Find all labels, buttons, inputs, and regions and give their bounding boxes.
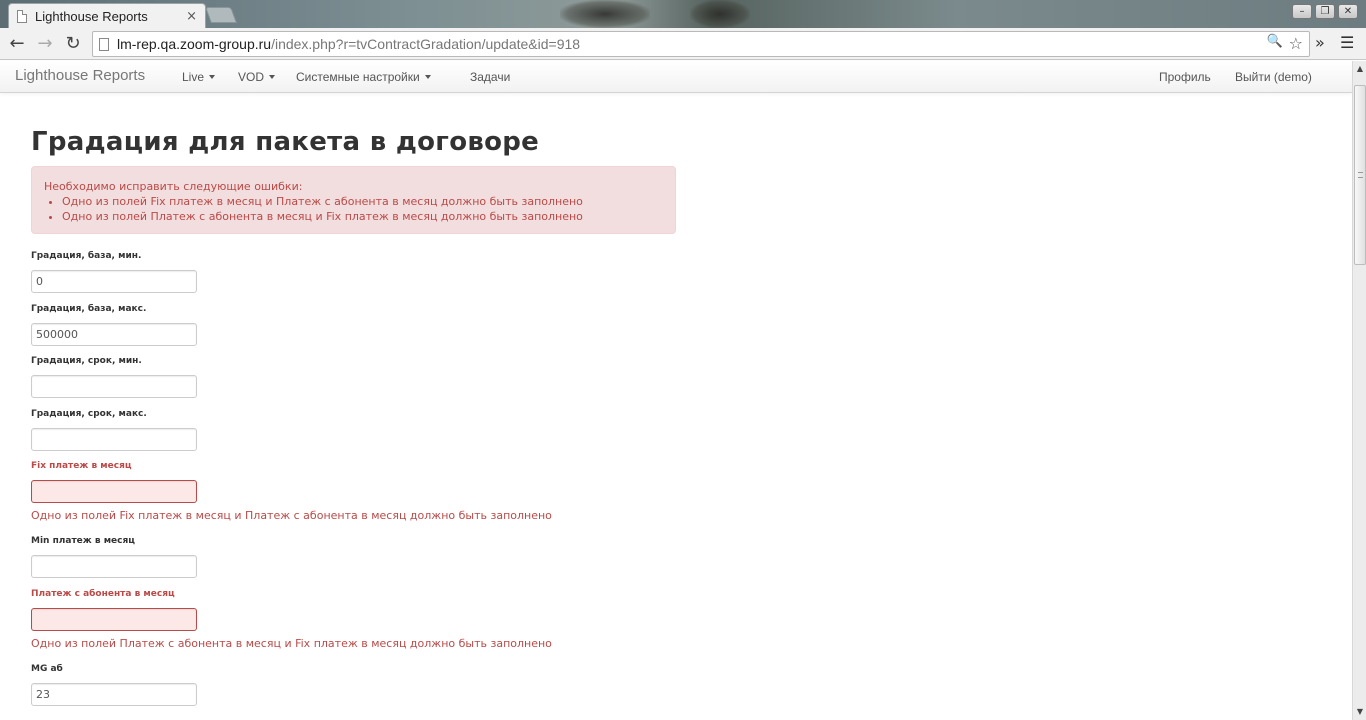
scrollbar-thumb[interactable] (1354, 85, 1366, 265)
gradation-term-min-input[interactable] (31, 375, 197, 398)
error-list-item: Одно из полей Платеж с абонента в месяц … (62, 209, 663, 224)
url-host: lm-rep.qa.zoom-group.ru (117, 36, 272, 52)
error-summary-heading: Необходимо исправить следующие ошибки: (44, 180, 303, 193)
forward-icon[interactable]: → (34, 33, 56, 55)
new-tab-button[interactable] (205, 7, 237, 23)
error-list: Одно из полей Fix платеж в месяц и Плате… (62, 194, 663, 224)
browser-toolbar: ← → ↻ lm-rep.qa.zoom-group.ru/index.php?… (0, 28, 1366, 60)
min-payment-input[interactable] (31, 555, 197, 578)
nav-item-system-settings[interactable]: Системные настройки (296, 70, 431, 84)
zoom-icon[interactable]: 🔍 (1266, 34, 1282, 53)
mg-ab-input[interactable] (31, 683, 197, 706)
nav-item-logout[interactable]: Выйти (demo) (1235, 70, 1312, 84)
restore-button[interactable]: ❐ (1315, 4, 1335, 19)
field-label-subscriber-payment: Платеж с абонента в месяц (31, 589, 175, 599)
gradation-base-max-input[interactable] (31, 323, 197, 346)
field-label-min-payment: Min платеж в месяц (31, 536, 135, 546)
field-label-gradation-term-min: Градация, срок, мин. (31, 356, 142, 366)
reload-icon[interactable]: ↻ (62, 33, 84, 55)
address-bar[interactable]: lm-rep.qa.zoom-group.ru/index.php?r=tvCo… (92, 31, 1310, 57)
nav-item-profile[interactable]: Профиль (1159, 70, 1211, 84)
gradation-base-min-input[interactable] (31, 270, 197, 293)
field-label-gradation-base-max: Градация, база, макс. (31, 304, 147, 314)
error-list-item: Одно из полей Fix платеж в месяц и Плате… (62, 194, 663, 209)
scroll-up-icon[interactable]: ▲ (1354, 63, 1366, 75)
nav-item-tasks[interactable]: Задачи (470, 70, 510, 84)
minimize-button[interactable]: – (1292, 4, 1312, 19)
page-scrollbar[interactable]: ▲ ▼ (1352, 61, 1366, 720)
nav-item-label: Системные настройки (296, 70, 420, 84)
error-summary: Необходимо исправить следующие ошибки: О… (31, 166, 676, 234)
field-error-subscriber-payment: Одно из полей Платеж с абонента в месяц … (31, 637, 552, 650)
field-label-mg-ab: MG аб (31, 664, 63, 674)
nav-item-label: Задачи (470, 70, 511, 84)
browser-tab[interactable]: Lighthouse Reports × (8, 3, 206, 28)
tab-title: Lighthouse Reports (35, 8, 148, 24)
field-label-gradation-term-max: Градация, срок, макс. (31, 409, 147, 419)
caret-down-icon (424, 75, 431, 79)
nav-item-label: Live (182, 70, 205, 84)
gradation-term-max-input[interactable] (31, 428, 197, 451)
field-error-fix-payment: Одно из полей Fix платеж в месяц и Плате… (31, 509, 552, 522)
bookmark-star-icon[interactable]: ☆ (1289, 34, 1303, 53)
nav-item-live[interactable]: Live (182, 70, 216, 84)
page-title: Градация для пакета в договоре (31, 127, 540, 157)
background-decoration (690, 0, 750, 28)
url-path: /index.php?r=tvContractGradation/update&… (271, 36, 581, 52)
page-icon (17, 9, 27, 23)
page-icon (99, 37, 109, 51)
close-window-button[interactable]: ✕ (1338, 4, 1358, 19)
nav-item-label: VOD (238, 70, 265, 84)
browser-menu-icon[interactable]: ☰ (1340, 33, 1354, 52)
background-decoration (560, 0, 650, 28)
grip-icon (1358, 172, 1363, 178)
scroll-down-icon[interactable]: ▼ (1354, 706, 1366, 718)
field-label-fix-payment: Fix платеж в месяц (31, 461, 132, 471)
subscriber-payment-input[interactable] (31, 608, 197, 631)
brand-link[interactable]: Lighthouse Reports (15, 67, 145, 84)
back-icon[interactable]: ← (6, 33, 28, 55)
field-label-gradation-base-min: Градация, база, мин. (31, 251, 142, 261)
nav-item-vod[interactable]: VOD (238, 70, 276, 84)
caret-down-icon (269, 75, 276, 79)
app-navbar: Lighthouse Reports Live VOD Системные на… (0, 61, 1352, 93)
fix-payment-input[interactable] (31, 480, 197, 503)
tab-close-icon[interactable]: × (186, 9, 197, 24)
caret-down-icon (209, 75, 216, 79)
browser-titlebar: Lighthouse Reports × – ❐ ✕ (0, 0, 1366, 28)
extensions-overflow-icon[interactable]: » (1315, 33, 1325, 52)
